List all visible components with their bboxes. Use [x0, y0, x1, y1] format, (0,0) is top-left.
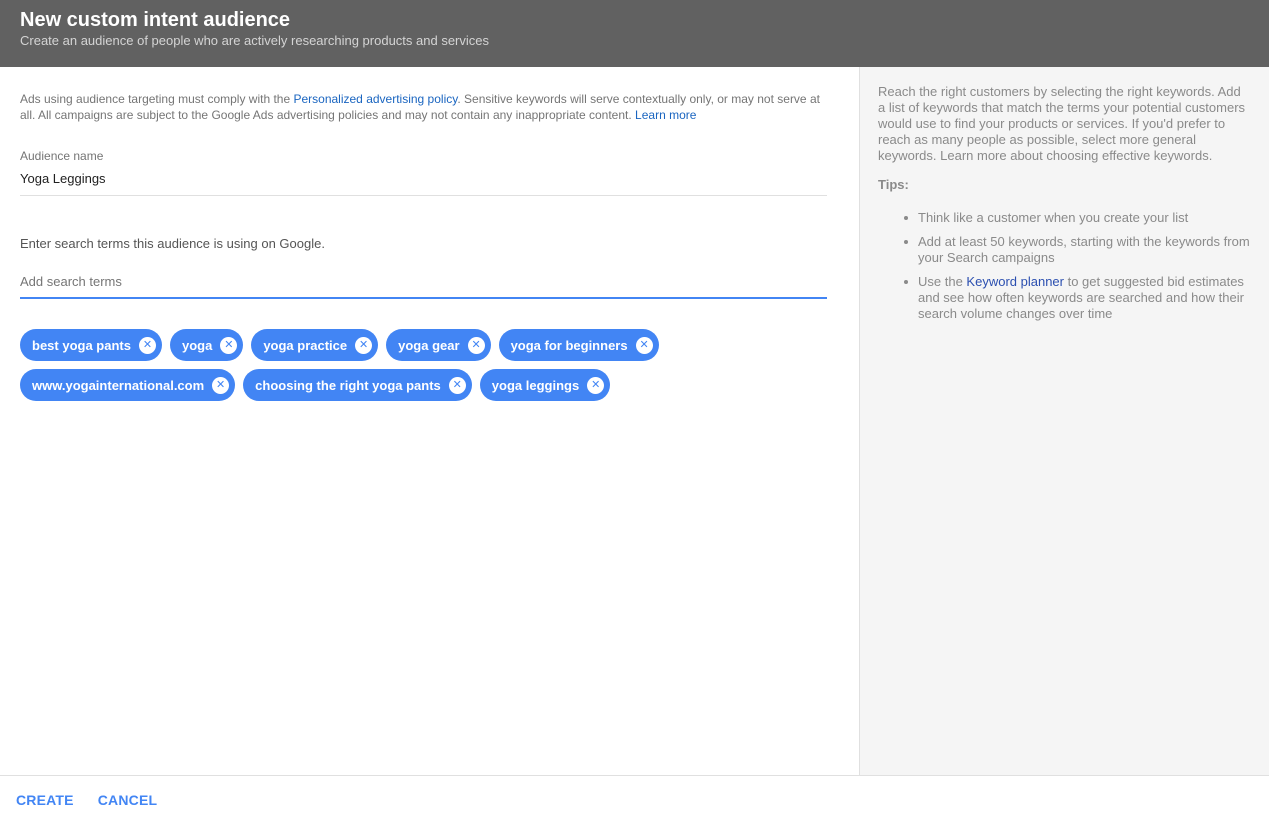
tip-item: Think like a customer when you create yo…	[904, 210, 1251, 226]
search-term-chip[interactable]: yoga ✕	[169, 329, 244, 361]
close-circle-icon[interactable]: ✕	[138, 336, 156, 354]
chip-label: yoga	[181, 337, 213, 353]
close-circle-icon[interactable]: ✕	[635, 336, 653, 354]
search-terms-chips: best yoga pants ✕ yoga ✕ yoga practice ✕…	[20, 329, 827, 409]
keyword-planner-link[interactable]: Keyword planner	[966, 274, 1064, 289]
main-panel: Ads using audience targeting must comply…	[0, 67, 859, 775]
personalized-advertising-policy-link[interactable]: Personalized advertising policy	[293, 92, 457, 106]
tips-list: Think like a customer when you create yo…	[878, 210, 1251, 322]
search-term-chip[interactable]: www.yogainternational.com ✕	[20, 369, 236, 401]
search-terms-instruction: Enter search terms this audience is usin…	[20, 236, 325, 251]
close-circle-icon[interactable]: ✕	[355, 336, 373, 354]
search-term-chip[interactable]: yoga practice ✕	[251, 329, 379, 361]
close-circle-icon[interactable]: ✕	[467, 336, 485, 354]
audience-name-field[interactable]: Yoga Leggings	[20, 171, 827, 196]
help-side-panel: Reach the right customers by selecting t…	[859, 67, 1269, 775]
search-term-chip[interactable]: best yoga pants ✕	[20, 329, 162, 361]
chip-label: yoga for beginners	[510, 337, 628, 353]
close-circle-icon[interactable]: ✕	[212, 376, 230, 394]
learn-more-link[interactable]: Learn more	[635, 108, 696, 122]
help-intro: Reach the right customers by selecting t…	[878, 84, 1246, 163]
chip-label: yoga leggings	[491, 377, 580, 393]
chip-label: choosing the right yoga pants	[255, 377, 441, 393]
policy-notice: Ads using audience targeting must comply…	[20, 91, 826, 123]
close-circle-icon[interactable]: ✕	[448, 376, 466, 394]
notice-prefix: Ads using audience targeting must comply…	[20, 92, 294, 106]
dialog-footer: CREATE CANCEL	[0, 775, 1269, 823]
chip-label: www.yogainternational.com	[32, 377, 205, 393]
tip-item: Use the Keyword planner to get suggested…	[904, 274, 1251, 322]
tip-item: Add at least 50 keywords, starting with …	[904, 234, 1251, 266]
search-term-chip[interactable]: choosing the right yoga pants ✕	[243, 369, 472, 401]
search-term-chip[interactable]: yoga leggings ✕	[479, 369, 611, 401]
chip-label: yoga gear	[398, 337, 460, 353]
create-button[interactable]: CREATE	[16, 792, 74, 808]
cancel-button[interactable]: CANCEL	[98, 792, 158, 808]
search-terms-input[interactable]	[20, 272, 827, 299]
chip-label: best yoga pants	[32, 337, 131, 353]
page-title: New custom intent audience	[20, 9, 291, 31]
close-circle-icon[interactable]: ✕	[587, 376, 605, 394]
page-subtitle: Create an audience of people who are act…	[20, 33, 489, 48]
tip3-prefix: Use the	[918, 274, 967, 289]
chip-label: yoga practice	[263, 337, 348, 353]
search-term-chip[interactable]: yoga gear ✕	[386, 329, 491, 361]
audience-name-label: Audience name	[20, 149, 104, 163]
search-term-chip[interactable]: yoga for beginners ✕	[498, 329, 659, 361]
tips-title: Tips:	[878, 177, 909, 192]
close-circle-icon[interactable]: ✕	[220, 336, 238, 354]
dialog-header: New custom intent audience Create an aud…	[0, 0, 1269, 67]
